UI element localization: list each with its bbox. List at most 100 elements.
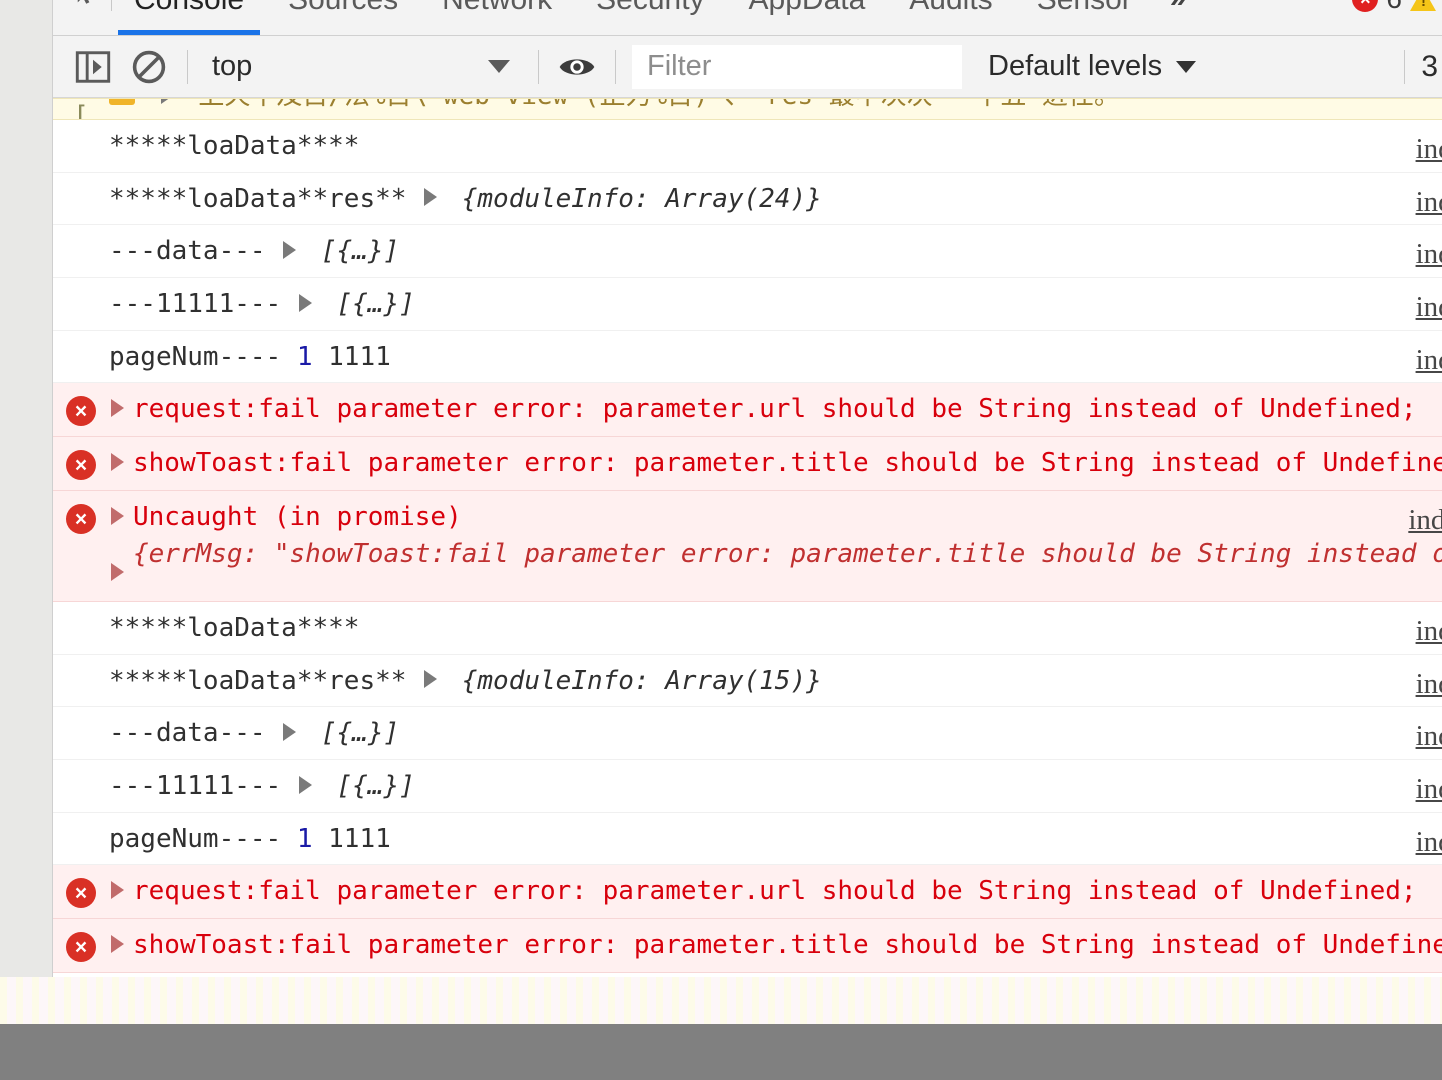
log-row-error[interactable]: × request:fail parameter error: paramete… bbox=[53, 865, 1442, 920]
more-tabs-icon[interactable]: » bbox=[1154, 0, 1203, 35]
log-text: showToast:fail parameter error: paramete… bbox=[133, 448, 1442, 479]
warning-triangle-icon bbox=[1410, 0, 1436, 11]
log-source-link[interactable]: index bbox=[1416, 719, 1442, 753]
live-expression-icon[interactable] bbox=[549, 36, 605, 98]
log-message: 上天不及目/法%目\ web view (正力%目) 、 res 最中次次 一千… bbox=[109, 99, 1442, 112]
log-message: ---11111--- [{…}] bbox=[109, 289, 1442, 320]
log-source-link[interactable]: index. bbox=[1408, 503, 1442, 537]
log-message: request:fail parameter error: parameter.… bbox=[109, 876, 1442, 907]
log-text: *****loaData**** bbox=[109, 131, 360, 161]
log-object-preview[interactable]: [{…}] bbox=[321, 718, 399, 748]
log-source-link[interactable]: index bbox=[1416, 343, 1442, 377]
log-gutter: × bbox=[53, 930, 109, 963]
console-log-list[interactable]: [ 上天不及目/法%目\ web view (正力%目) 、 res 最中次次 … bbox=[53, 98, 1442, 974]
log-gutter bbox=[53, 666, 109, 668]
tab-audits[interactable]: Audits bbox=[887, 0, 1014, 35]
log-text: pageNum---- bbox=[109, 823, 282, 854]
log-row[interactable]: pageNum---- 1 1111 index bbox=[53, 331, 1442, 384]
toolbar-truncated-text[interactable]: 3 bbox=[1421, 50, 1442, 84]
expand-triangle-icon[interactable] bbox=[424, 670, 438, 689]
warning-badge-icon bbox=[109, 99, 135, 105]
log-object-preview[interactable]: {moduleInfo: Array(15)} bbox=[462, 666, 822, 696]
expand-triangle-icon[interactable] bbox=[283, 240, 297, 259]
log-object-preview[interactable]: [{…}] bbox=[337, 289, 415, 319]
log-row-error[interactable]: × request:fail parameter error: paramete… bbox=[53, 383, 1442, 438]
error-icon: × bbox=[66, 504, 96, 535]
log-row[interactable]: ---11111--- [{…}] index bbox=[53, 278, 1442, 331]
log-text: ---11111--- bbox=[109, 771, 282, 802]
log-object-preview[interactable]: {moduleInfo: Array(24)} bbox=[462, 184, 822, 214]
tab-console[interactable]: Console bbox=[112, 0, 266, 35]
log-text-tail: 1111 bbox=[328, 823, 391, 854]
tab-network[interactable]: Network bbox=[420, 0, 574, 35]
log-message: pageNum---- 1 1111 bbox=[109, 824, 1442, 855]
log-row[interactable]: *****loaData**** index bbox=[53, 602, 1442, 655]
tab-appdata[interactable]: AppData bbox=[727, 0, 888, 35]
log-source-link[interactable]: index bbox=[1416, 185, 1442, 219]
log-levels-select[interactable]: Default levels bbox=[988, 50, 1197, 83]
expand-triangle-icon[interactable] bbox=[111, 934, 124, 953]
toolbar-divider-1 bbox=[187, 49, 188, 84]
log-text: *****loaData**res** bbox=[109, 665, 407, 696]
devtools-tabbar: Console Sources Network Security AppData… bbox=[53, 0, 1442, 36]
log-error-detail: {errMsg: "showToast:fail parameter error… bbox=[133, 539, 1442, 570]
log-source-link[interactable]: index bbox=[1416, 667, 1442, 701]
expand-triangle-icon[interactable] bbox=[111, 452, 124, 471]
log-message: ---data--- [{…}] bbox=[109, 236, 1442, 267]
log-gutter: [ bbox=[73, 101, 89, 120]
expand-triangle-icon[interactable] bbox=[111, 398, 124, 417]
expand-triangle-icon[interactable] bbox=[160, 99, 174, 104]
tab-sources[interactable]: Sources bbox=[266, 0, 420, 35]
log-object-preview[interactable]: [{…}] bbox=[321, 236, 399, 266]
log-gutter: × bbox=[53, 394, 109, 427]
log-row[interactable]: ---data--- [{…}] index bbox=[53, 225, 1442, 279]
log-message: ---11111--- [{…}] bbox=[109, 771, 1442, 802]
log-levels-label: Default levels bbox=[988, 50, 1163, 82]
log-row[interactable]: ---11111--- [{…}] index bbox=[53, 760, 1442, 813]
log-message: pageNum---- 1 1111 bbox=[109, 342, 1442, 373]
log-row-error[interactable]: × showToast:fail parameter error: parame… bbox=[53, 437, 1442, 492]
expand-triangle-icon[interactable] bbox=[298, 293, 312, 312]
log-message: showToast:fail parameter error: paramete… bbox=[109, 930, 1442, 961]
log-message: *****loaData**** bbox=[109, 613, 1442, 644]
log-row-warning-clipped[interactable]: [ 上天不及目/法%目\ web view (正力%目) 、 res 最中次次 … bbox=[53, 98, 1442, 120]
expand-triangle-icon[interactable] bbox=[111, 880, 124, 899]
tab-security[interactable]: Security bbox=[574, 0, 726, 35]
chevron-down-icon bbox=[488, 60, 510, 73]
log-gutter bbox=[53, 771, 109, 773]
log-source-link[interactable]: index bbox=[1416, 290, 1442, 324]
toolbar-divider-3 bbox=[615, 49, 616, 84]
log-object-preview[interactable]: [{…}] bbox=[337, 771, 415, 801]
log-message: *****loaData**res** {moduleInfo: Array(2… bbox=[109, 184, 1442, 215]
expand-triangle-icon[interactable] bbox=[283, 722, 297, 741]
log-row[interactable]: *****loaData**res** {moduleInfo: Array(2… bbox=[53, 173, 1442, 226]
log-gutter bbox=[53, 236, 109, 238]
tab-sensor[interactable]: Sensor bbox=[1015, 0, 1154, 35]
log-source-link[interactable]: index bbox=[1416, 614, 1442, 648]
log-source-link[interactable]: index bbox=[1416, 132, 1442, 166]
log-row[interactable]: *****loaData**** index bbox=[53, 120, 1442, 173]
log-source-link[interactable]: index bbox=[1416, 237, 1442, 271]
log-source-link[interactable]: index bbox=[1416, 772, 1442, 806]
log-row[interactable]: pageNum---- 1 1111 index bbox=[53, 813, 1442, 866]
expand-triangle-icon[interactable] bbox=[111, 506, 124, 525]
issue-counters[interactable]: × 6 bbox=[1342, 0, 1442, 35]
filter-input[interactable]: Filter bbox=[632, 44, 962, 89]
clear-console-icon[interactable] bbox=[121, 36, 177, 98]
log-row[interactable]: *****loaData**res** {moduleInfo: Array(1… bbox=[53, 655, 1442, 708]
console-toolbar: top Filter Default levels 3 bbox=[53, 36, 1442, 98]
expand-triangle-icon[interactable] bbox=[111, 563, 124, 582]
expand-triangle-icon[interactable] bbox=[424, 188, 438, 207]
log-message: ---data--- [{…}] bbox=[109, 718, 1442, 749]
show-console-sidebar-icon[interactable] bbox=[65, 36, 121, 98]
log-row-error[interactable]: × showToast:fail parameter error: parame… bbox=[53, 919, 1442, 974]
log-message: Uncaught (in promise) {errMsg: "showToas… bbox=[109, 502, 1442, 585]
inspect-element-icon[interactable] bbox=[53, 0, 111, 35]
error-icon: × bbox=[66, 932, 96, 963]
expand-triangle-icon[interactable] bbox=[298, 775, 312, 794]
execution-context-select[interactable]: top bbox=[198, 50, 528, 83]
log-row[interactable]: ---data--- [{…}] index bbox=[53, 707, 1442, 761]
error-icon: × bbox=[66, 450, 96, 481]
log-source-link[interactable]: index bbox=[1416, 825, 1442, 859]
log-row-error-expanded[interactable]: × Uncaught (in promise) {errMsg: "showTo… bbox=[53, 491, 1442, 603]
